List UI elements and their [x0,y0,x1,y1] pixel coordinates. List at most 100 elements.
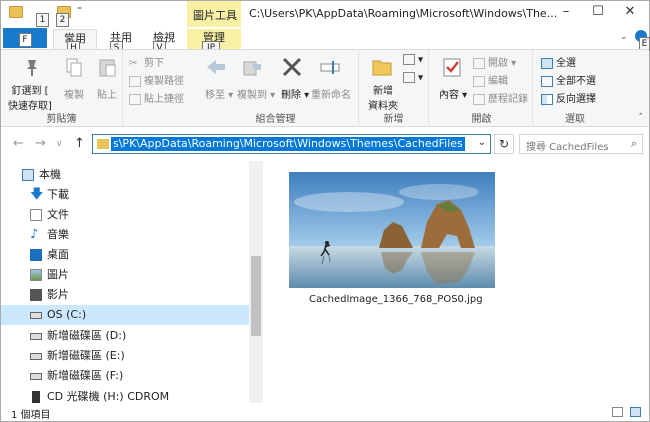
address-dropdown-icon[interactable]: ⌄ [478,137,486,148]
collapse-ribbon-icon[interactable]: ˄ [639,113,644,123]
explorer-app-icon[interactable] [9,6,23,18]
navigation-pane: 本機 🡇 下載 文件 ♪ 音樂 桌面 圖片 影片 OS (C:) 新增磁碟區 (… [1,161,263,403]
paste-icon [97,56,119,78]
file-thumbnail[interactable] [289,172,495,288]
invert-selection-button[interactable]: 反向選擇 [541,90,596,105]
tab-file[interactable]: F [3,28,47,48]
nav-item-music[interactable]: ♪ 音樂 [1,225,249,245]
copy-path-icon [129,75,141,87]
copy-to-label: 複製到 [237,90,267,101]
nav-item-drive-e[interactable]: 新增磁碟區 (E:) [1,346,249,366]
nav-item-desktop[interactable]: 桌面 [1,245,249,265]
delete-icon [281,56,303,78]
open-group: 內容 ▾ 開啟 ▾ 編輯 歷程記錄 開啟 [431,50,533,127]
nav-item-label: 本機 [39,168,61,181]
music-icon: ♪ [30,227,39,242]
copy-icon [63,56,85,78]
open-button[interactable]: 開啟 ▾ [473,54,516,69]
expand-ribbon-icon[interactable]: ⌄ [620,32,628,42]
select-group-label: 選取 [565,114,585,125]
new-group-label: 新增 [383,114,404,125]
nav-item-documents[interactable]: 文件 [1,205,249,225]
address-folder-icon [97,139,109,149]
nav-item-label: 圖片 [47,268,69,281]
copy-path-button[interactable]: 複製路徑 [129,72,184,87]
paste-shortcut-button[interactable]: 貼上捷徑 [129,90,184,105]
cd-drive-icon [32,391,40,403]
nav-item-drive-d[interactable]: 新增磁碟區 (D:) [1,326,249,346]
address-bar[interactable]: s\PK\AppData\Roaming\Microsoft\Windows\T… [92,134,491,154]
nav-item-label: 音樂 [47,228,69,241]
paste-button[interactable]: 貼上 [97,86,117,101]
customize-quick-access-icon[interactable]: ⁼ [77,5,82,16]
details-view-icon[interactable] [612,407,623,417]
move-to-button[interactable]: 移至 ▾ [205,86,233,101]
select-none-icon [541,75,553,87]
nav-item-label: 桌面 [47,248,69,261]
nav-item-videos[interactable]: 影片 [1,285,249,305]
copy-button[interactable]: 複製 [64,86,84,101]
documents-icon [30,209,42,221]
open-icon [473,57,485,69]
file-name[interactable]: CachedImage_1366_768_POS0.jpg [309,294,483,305]
title-bar: 1 2 ⁼ 圖片工具 C:\Users\PK\AppData\Roaming\M… [1,1,649,27]
nav-item-pictures[interactable]: 圖片 [1,265,249,285]
copy-to-icon [241,56,263,78]
quick-access-keytip-2: 2 [56,13,69,27]
easy-access-button[interactable]: ▾ [403,72,423,84]
recent-locations-icon[interactable]: ∨ [56,139,63,149]
select-group: 全選 全部不選 反向選擇 選取 [535,50,615,127]
drive-icon [30,353,42,360]
nav-scrollbar-thumb[interactable] [251,256,261,336]
delete-button[interactable]: 刪除 ▾ [281,86,309,101]
organize-group-label: 組合管理 [255,114,296,125]
easy-access-icon [403,72,415,83]
history-label: 歷程記錄 [488,94,528,105]
new-folder-button[interactable]: 新增 資料夾 [365,82,401,112]
new-folder-label-1: 新增 [373,86,393,97]
maximize-button[interactable]: ☐ [581,1,615,25]
edit-icon [473,75,485,87]
back-arrow-icon[interactable]: ← [13,136,24,151]
close-button[interactable]: ✕ [613,1,647,25]
minimize-button[interactable]: – [549,1,583,25]
edit-button[interactable]: 編輯 [473,72,508,87]
large-icons-view-icon[interactable] [630,407,641,417]
select-none-label: 全部不選 [556,76,596,87]
nav-item-label: OS (C:) [47,308,87,321]
nav-item-this-pc[interactable]: 本機 [1,165,249,185]
invert-selection-label: 反向選擇 [556,94,596,105]
forward-arrow-icon[interactable]: → [35,136,46,151]
history-button[interactable]: 歷程記錄 [473,90,528,105]
clipboard-group-label: 剪貼簿 [46,114,77,125]
address-path[interactable]: s\PK\AppData\Roaming\Microsoft\Windows\T… [111,137,465,151]
move-to-icon [205,56,227,78]
nav-item-drive-c[interactable]: OS (C:) [1,305,249,325]
paste-shortcut-icon [129,93,141,105]
copy-path-label: 複製路徑 [144,76,184,87]
properties-button[interactable]: 內容 ▾ [439,86,467,101]
select-all-button[interactable]: 全選 [541,54,576,69]
search-input[interactable]: 搜尋 CachedFiles [526,138,609,153]
rename-button[interactable]: 重新命名 [311,86,351,101]
search-box[interactable]: 搜尋 CachedFiles ⌕ [519,134,643,154]
videos-icon [30,289,42,301]
beach-image [289,172,495,288]
pin-icon [21,56,43,78]
drive-icon [30,333,42,340]
search-icon[interactable]: ⌕ [631,137,637,151]
status-bar: 1 個項目 [1,403,649,421]
new-folder-icon [371,56,393,78]
up-arrow-icon[interactable]: ↑ [74,136,85,151]
copy-to-button[interactable]: 複製到 ▾ [237,86,275,101]
select-none-button[interactable]: 全部不選 [541,72,596,87]
cut-button[interactable]: ✂ 剪下 [129,54,164,70]
nav-item-drive-f[interactable]: 新增磁碟區 (F:) [1,366,249,386]
scissors-icon: ✂ [129,57,138,69]
refresh-button[interactable]: ↻ [494,134,514,154]
open-group-label: 開啟 [471,114,492,125]
nav-item-downloads[interactable]: 🡇 下載 [1,185,249,205]
pin-quick-access-button[interactable]: 釘選到 [ 快速存取] [7,82,53,112]
new-item-button[interactable]: ▾ [403,54,423,66]
file-list: CachedImage_1366_768_POS0.jpg [265,161,649,403]
